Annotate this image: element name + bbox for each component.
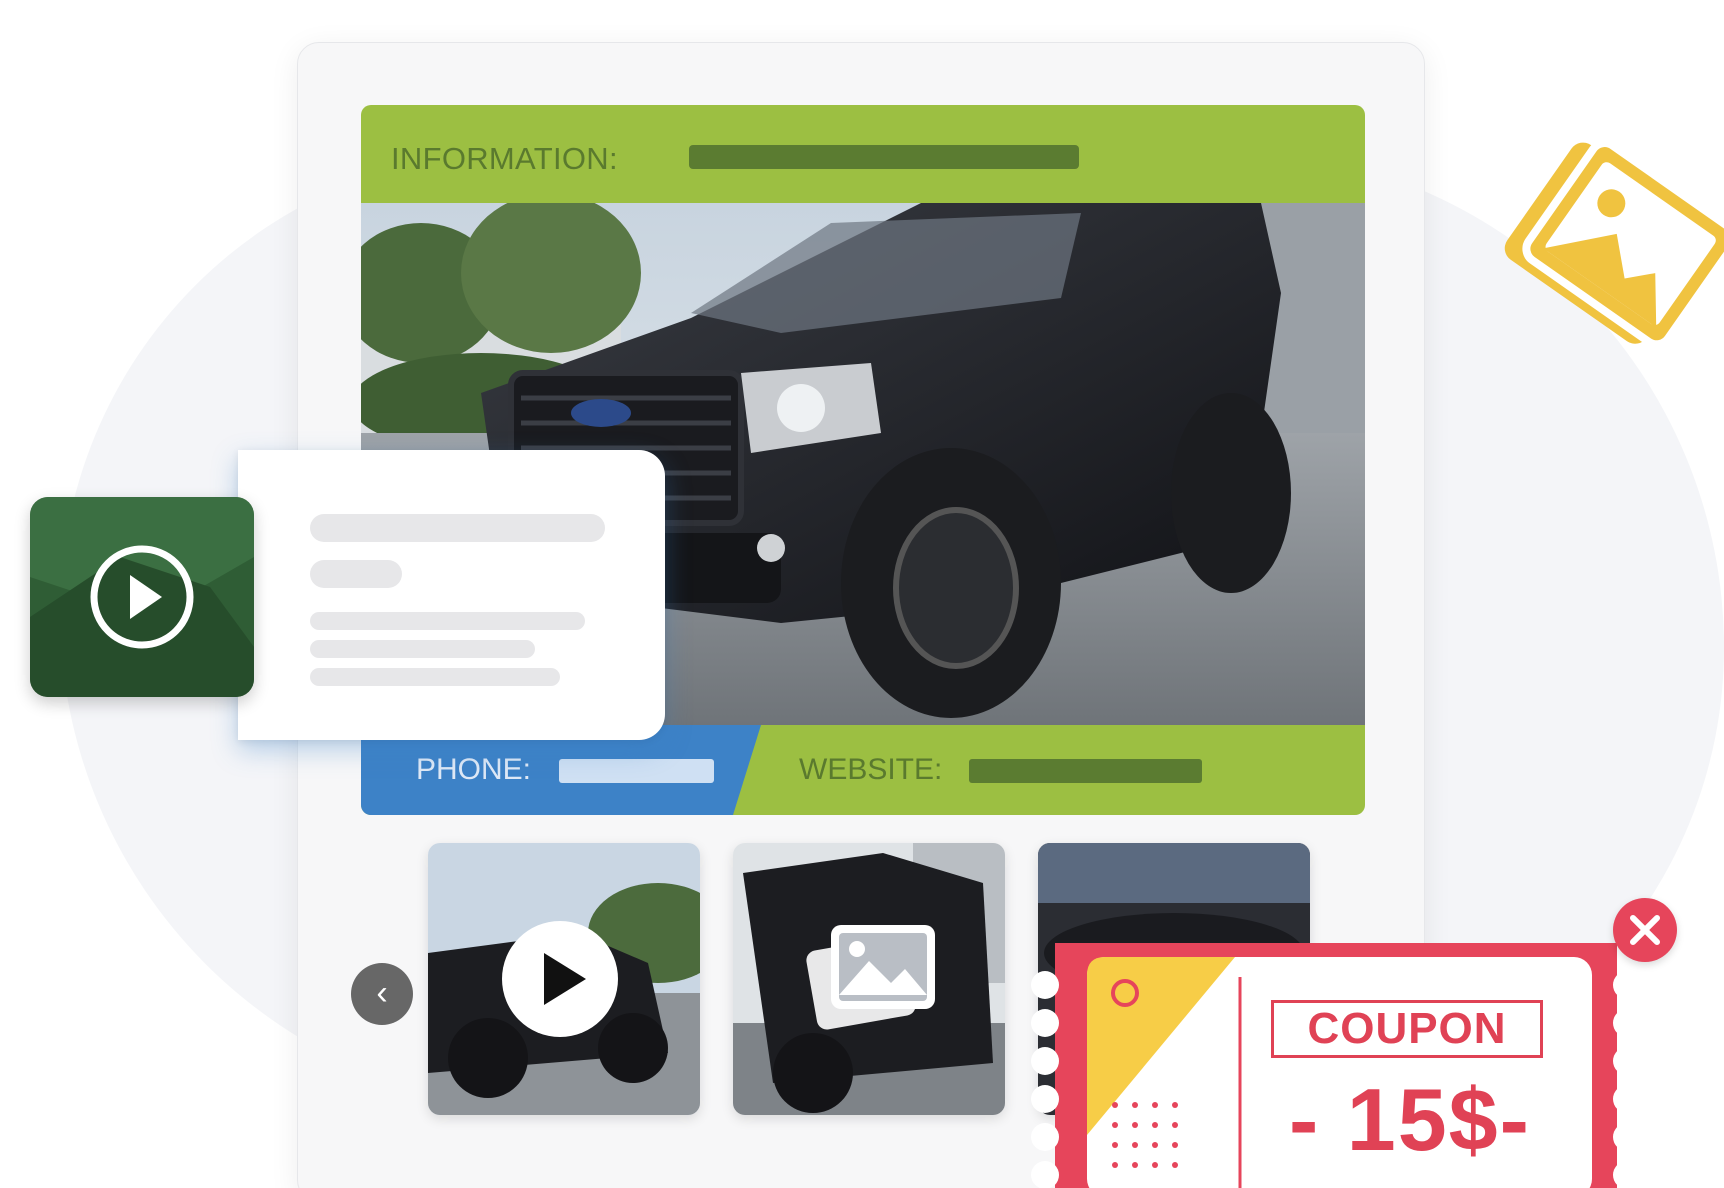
video-thumbnail[interactable] [30, 497, 254, 697]
popup-title-placeholder [310, 514, 605, 542]
detail-popup [238, 450, 665, 740]
information-placeholder [689, 145, 1079, 169]
popup-subtitle-placeholder [310, 560, 402, 588]
close-button[interactable] [1613, 898, 1677, 962]
coupon-value: - 15$- [1289, 1070, 1531, 1169]
popup-line-placeholder [310, 668, 560, 686]
information-bar: INFORMATION: [361, 105, 1365, 203]
thumbnail-image[interactable] [733, 843, 1005, 1115]
information-label: INFORMATION: [391, 141, 618, 176]
chevron-left-icon: ‹ [376, 974, 388, 1012]
photos-icon [1504, 139, 1724, 349]
coupon-title: COUPON [1271, 1000, 1543, 1058]
phone-label: PHONE: [416, 753, 532, 786]
popup-line-placeholder [310, 640, 535, 658]
thumbnail-video[interactable] [428, 843, 700, 1115]
phone-placeholder [559, 759, 714, 783]
popup-line-placeholder [310, 612, 585, 630]
website-placeholder [969, 759, 1202, 783]
website-label: WEBSITE: [799, 753, 943, 786]
carousel-prev-button[interactable]: ‹ [351, 963, 413, 1025]
